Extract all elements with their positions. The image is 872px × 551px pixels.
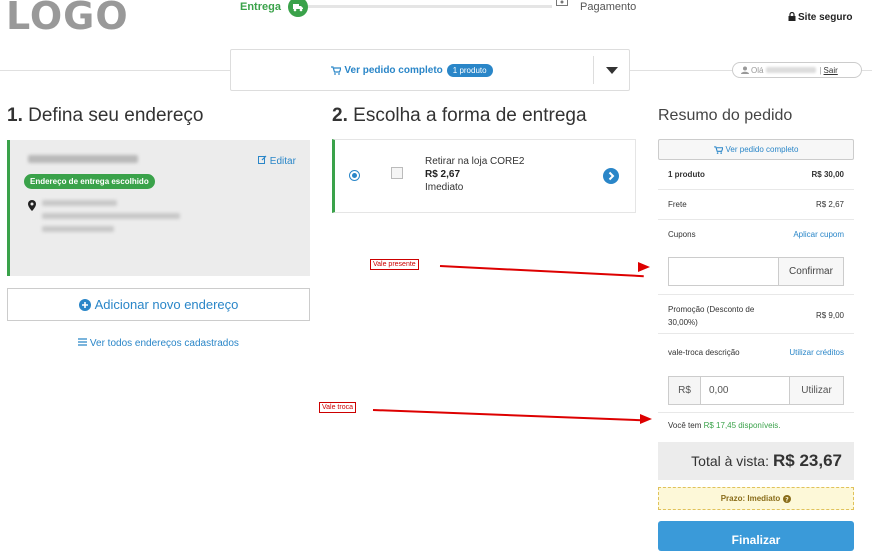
chosen-address-badge: Endereço de entrega escolhido xyxy=(24,174,155,189)
delivery-option-radio[interactable] xyxy=(349,170,360,181)
products-value: R$ 30,00 xyxy=(811,170,844,179)
view-full-order-label: Ver pedido completo xyxy=(344,64,443,76)
delivery-option-name: Retirar na loja CORE2 xyxy=(425,156,525,167)
promo-value: R$ 9,00 xyxy=(815,311,844,320)
user-name-redacted xyxy=(766,67,817,73)
shipping-value: R$ 2,67 xyxy=(815,200,844,209)
promo-label: Promoção (Desconto de 30,00%) xyxy=(668,304,755,327)
summary-divider xyxy=(658,294,854,295)
coupons-label: Cupons xyxy=(668,230,696,239)
arrowhead-icon xyxy=(640,414,652,424)
currency-prefix: R$ xyxy=(669,377,701,404)
payment-icon xyxy=(552,0,572,13)
delivery-option-card[interactable]: Retirar na loja CORE2 R$ 2,67 Imediato xyxy=(332,139,636,213)
user-icon xyxy=(741,66,749,74)
use-voucher-button[interactable]: Utilizar xyxy=(789,377,843,404)
vale-troca-callout: Vale troca xyxy=(319,402,356,413)
delivery-step-number: 2. xyxy=(332,105,348,126)
edit-icon xyxy=(258,155,267,164)
expand-order-button[interactable] xyxy=(594,50,630,90)
vale-presente-callout: Vale presente xyxy=(370,259,419,270)
selected-address-card[interactable]: Editar Endereço de entrega escolhido xyxy=(7,140,310,276)
order-summary-bar[interactable]: Ver pedido completo 1 produto xyxy=(230,49,630,91)
lock-icon xyxy=(788,11,796,21)
add-new-address-label: Adicionar novo endereço xyxy=(94,297,239,312)
summary-view-order-button[interactable]: Ver pedido completo xyxy=(658,139,854,160)
available-prefix: Você tem xyxy=(668,421,702,430)
coupon-input[interactable] xyxy=(669,258,779,285)
secure-site-badge: Site seguro xyxy=(788,11,853,23)
delivery-title-label: Escolha a forma de entrega xyxy=(353,105,587,126)
confirm-coupon-button[interactable]: Confirmar xyxy=(779,258,843,285)
available-credits-text: Você tem R$ 17,45 disponíveis. xyxy=(668,421,781,430)
delivery-option-price: R$ 2,67 xyxy=(425,169,461,180)
logo[interactable]: LOGO xyxy=(6,0,129,38)
delivery-deadline-box: Prazo: Imediato ? xyxy=(658,487,854,510)
truck-icon xyxy=(288,0,308,17)
address-step-number: 1. xyxy=(7,105,23,126)
address-line-redacted xyxy=(42,226,114,232)
address-section-title: 1. Defina seu endereço xyxy=(7,105,203,127)
chevron-right-icon[interactable] xyxy=(603,168,619,184)
product-count-badge: 1 produto xyxy=(446,63,493,77)
voucher-amount-input[interactable]: 0,00 xyxy=(701,377,789,404)
edit-address-link[interactable]: Editar xyxy=(258,155,296,167)
delivery-option-time: Imediato xyxy=(425,182,464,193)
use-credits-link[interactable]: Utilizar créditos xyxy=(789,348,844,357)
step-pagamento-label: Pagamento xyxy=(580,1,637,13)
voucher-label: vale-troca descrição xyxy=(668,347,740,357)
broken-image-icon xyxy=(391,167,403,179)
map-pin-icon xyxy=(28,198,36,216)
summary-row-coupons: Cupons Aplicar cupom xyxy=(658,220,854,249)
products-label: 1 produto xyxy=(668,170,705,179)
question-circle-icon[interactable]: ? xyxy=(783,494,792,503)
caret-down-icon xyxy=(606,66,618,74)
view-all-addresses-label: Ver todos endereços cadastrados xyxy=(89,338,239,349)
step-entrega-label: Entrega xyxy=(240,1,281,13)
arrowhead-icon xyxy=(638,262,650,272)
finish-order-button[interactable]: Finalizar xyxy=(658,521,854,551)
address-title-label: Defina seu endereço xyxy=(28,105,204,126)
deadline-label: Prazo: Imediato xyxy=(720,494,781,503)
available-amount: R$ 17,45 disponíveis. xyxy=(703,421,781,430)
voucher-form: R$ 0,00 Utilizar xyxy=(668,376,844,405)
shipping-label: Frete xyxy=(668,200,687,209)
summary-title: Resumo do pedido xyxy=(658,107,793,124)
list-icon xyxy=(78,338,88,346)
cart-icon xyxy=(331,65,342,75)
total-bar: Total à vista: R$ 23,67 xyxy=(658,442,854,480)
summary-row-products: 1 produto R$ 30,00 xyxy=(658,160,854,190)
vale-troca-arrow xyxy=(372,409,645,422)
address-line-redacted xyxy=(42,200,117,206)
delivery-section-title: 2. Escolha a forma de entrega xyxy=(332,105,587,127)
cart-icon xyxy=(713,145,723,154)
checkout-progress-line xyxy=(308,5,552,8)
coupon-form: Confirmar xyxy=(668,257,844,286)
summary-row-promo: Promoção (Desconto de 30,00%) R$ 9,00 xyxy=(658,298,854,334)
address-recipient-redacted xyxy=(28,155,138,163)
total-value: R$ 23,67 xyxy=(773,451,842,470)
plus-circle-icon xyxy=(78,298,91,311)
view-all-addresses-link[interactable]: Ver todos endereços cadastrados xyxy=(7,338,310,349)
summary-row-shipping: Frete R$ 2,67 xyxy=(658,190,854,220)
apply-coupon-link[interactable]: Aplicar cupom xyxy=(793,230,844,239)
add-new-address-button[interactable]: Adicionar novo endereço xyxy=(7,288,310,321)
edit-address-label: Editar xyxy=(269,156,296,167)
summary-view-order-label: Ver pedido completo xyxy=(725,145,799,154)
greeting-label: Olá xyxy=(751,65,764,75)
logout-link[interactable]: Sair xyxy=(824,66,838,75)
address-line-redacted xyxy=(42,213,180,219)
view-full-order-button[interactable]: Ver pedido completo 1 produto xyxy=(231,50,593,90)
svg-text:?: ? xyxy=(786,496,790,503)
secure-site-label: Site seguro xyxy=(798,12,853,23)
vale-presente-arrow xyxy=(439,265,644,278)
summary-divider xyxy=(658,412,854,413)
summary-row-voucher: vale-troca descrição Utilizar créditos xyxy=(658,336,854,368)
total-label: Total à vista: xyxy=(691,453,769,469)
user-greeting: Olá | Sair xyxy=(732,62,862,78)
